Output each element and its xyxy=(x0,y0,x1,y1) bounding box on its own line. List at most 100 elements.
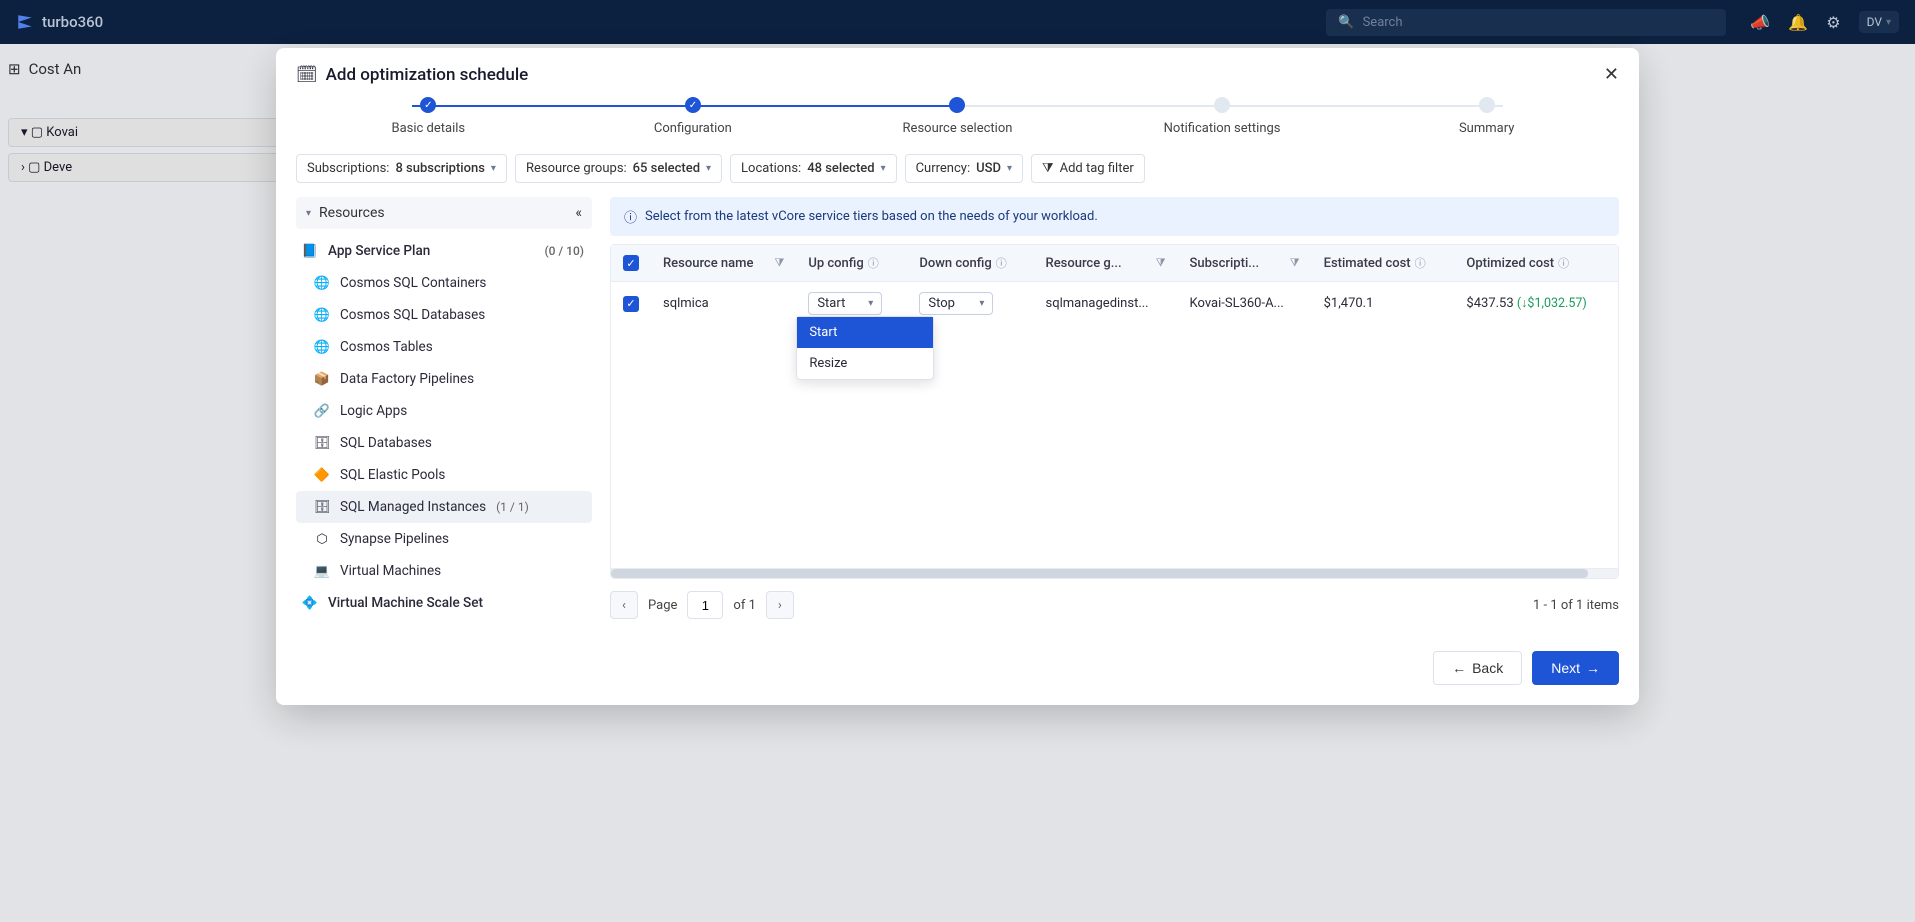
dropdown-option-resize[interactable]: Resize xyxy=(797,348,933,379)
resource-label: Virtual Machines xyxy=(340,563,441,579)
resource-label: SQL Databases xyxy=(340,435,432,451)
filter-icon[interactable]: ⧩ xyxy=(775,256,785,270)
resource-icon: ⬡ xyxy=(314,531,330,547)
select-all-checkbox[interactable]: ✓ xyxy=(623,255,639,271)
resource-icon: 🔶 xyxy=(314,467,330,483)
resource-item-virtual-machine-scale-set[interactable]: 💠 Virtual Machine Scale Set xyxy=(296,587,592,619)
tag-filter-icon: ⧩ xyxy=(1042,161,1054,176)
calendar-icon: 🗓 xyxy=(296,65,318,85)
resource-count: (0 / 10) xyxy=(545,244,584,258)
resource-label: SQL Elastic Pools xyxy=(340,467,445,483)
resource-item-data-factory-pipelines[interactable]: 📦Data Factory Pipelines xyxy=(296,363,592,395)
up-config-dropdown: Start Resize xyxy=(796,316,934,380)
step-notification-settings[interactable]: Notification settings xyxy=(1090,97,1355,136)
col-up-config: Up config xyxy=(808,256,863,271)
resource-label: Data Factory Pipelines xyxy=(340,371,474,387)
info-icon[interactable]: ⓘ xyxy=(868,257,879,270)
pagination: ‹ Page of 1 › 1 - 1 of 1 items xyxy=(610,579,1619,619)
row-checkbox[interactable]: ✓ xyxy=(623,296,639,312)
filter-currency[interactable]: Currency:USD▾ xyxy=(905,154,1023,183)
resource-label: Virtual Machine Scale Set xyxy=(328,595,483,611)
col-down-config: Down config xyxy=(919,256,991,271)
cell-estimated-cost: $1,470.1 xyxy=(1312,282,1455,326)
info-icon[interactable]: ⓘ xyxy=(1558,257,1569,270)
prev-page-button[interactable]: ‹ xyxy=(610,591,638,619)
filter-icon[interactable]: ⧩ xyxy=(1290,256,1300,270)
down-config-select[interactable]: Stop▾ xyxy=(919,292,993,315)
resource-icon: 🗄 xyxy=(314,435,330,451)
collapse-sidebar-icon[interactable]: « xyxy=(575,205,582,221)
add-tag-filter[interactable]: ⧩Add tag filter xyxy=(1031,154,1145,183)
wizard-stepper: Basic details Configuration Resource sel… xyxy=(276,97,1639,154)
chevron-down-icon: ▾ xyxy=(979,298,984,309)
filter-icon[interactable]: ⧩ xyxy=(1156,256,1166,270)
resource-icon: 💠 xyxy=(302,595,318,611)
back-button[interactable]: ←Back xyxy=(1433,651,1522,685)
modal-title: 🗓 Add optimization schedule xyxy=(296,65,528,85)
savings-badge: (↓$1,032.57) xyxy=(1517,296,1587,311)
resource-label: SQL Managed Instances xyxy=(340,499,486,515)
chevron-down-icon: ▾ xyxy=(706,163,711,174)
step-configuration[interactable]: Configuration xyxy=(561,97,826,136)
col-estimated-cost: Estimated cost xyxy=(1324,256,1411,271)
resource-icon: 🔗 xyxy=(314,403,330,419)
resource-item-sql-databases[interactable]: 🗄 SQL Databases xyxy=(296,427,592,459)
filter-subscriptions[interactable]: Subscriptions:8 subscriptions▾ xyxy=(296,154,507,183)
chevron-down-icon: ▾ xyxy=(881,163,886,174)
filter-locations[interactable]: Locations:48 selected▾ xyxy=(730,154,897,183)
next-page-button[interactable]: › xyxy=(766,591,794,619)
info-icon[interactable]: ⓘ xyxy=(1415,257,1426,270)
cell-resource-name: sqlmica xyxy=(651,282,796,326)
filter-bar: Subscriptions:8 subscriptions▾ Resource … xyxy=(276,154,1639,197)
resource-label: Cosmos SQL Databases xyxy=(340,307,485,323)
resource-item-app-service-plan[interactable]: 📘 App Service Plan (0 / 10) xyxy=(296,235,592,267)
chevron-down-icon: ▾ xyxy=(491,163,496,174)
resource-item-cosmos-sql-databases[interactable]: 🌐 Cosmos SQL Databases xyxy=(296,299,592,331)
next-button[interactable]: Next→ xyxy=(1532,651,1619,685)
resource-icon: 💻 xyxy=(314,563,330,579)
resource-icon: 🗄 xyxy=(314,499,330,515)
info-banner: ⓘ Select from the latest vCore service t… xyxy=(610,197,1619,236)
close-button[interactable]: ✕ xyxy=(1604,64,1619,85)
resource-item-synapse-pipelines[interactable]: ⬡ Synapse Pipelines xyxy=(296,523,592,555)
resource-icon: 🌐 xyxy=(314,307,330,323)
cell-resource-group: sqlmanagedinst... xyxy=(1034,282,1178,326)
info-icon: ⓘ xyxy=(624,207,637,226)
resource-item-sql-elastic-pools[interactable]: 🔶 SQL Elastic Pools xyxy=(296,459,592,491)
resource-item-cosmos-tables[interactable]: 🌐 Cosmos Tables xyxy=(296,331,592,363)
resource-label: Logic Apps xyxy=(340,403,407,419)
resources-sidebar: ▾ Resources « 📘 App Service Plan (0 / 10) 🌐… xyxy=(296,197,592,619)
page-input[interactable] xyxy=(687,591,723,619)
chevron-down-icon: ▾ xyxy=(1007,163,1012,174)
chevron-down-icon: ▾ xyxy=(306,208,311,219)
resource-label: Synapse Pipelines xyxy=(340,531,449,547)
cell-optimized-cost: $437.53 (↓$1,032.57) xyxy=(1454,282,1618,326)
resource-icon: 🌐 xyxy=(314,339,330,355)
resource-label: Cosmos Tables xyxy=(340,339,433,355)
resource-item-logic-apps[interactable]: 🔗 Logic Apps xyxy=(296,395,592,427)
resource-icon: 📘 xyxy=(302,243,318,259)
resource-item-virtual-machines[interactable]: 💻 Virtual Machines xyxy=(296,555,592,587)
cell-subscription: Kovai-SL360-A... xyxy=(1178,282,1312,326)
dropdown-option-start[interactable]: Start xyxy=(797,317,933,348)
col-resource-name: Resource name xyxy=(663,256,753,271)
filter-resource-groups[interactable]: Resource groups:65 selected▾ xyxy=(515,154,722,183)
resource-table-pane: ⓘ Select from the latest vCore service t… xyxy=(610,197,1619,619)
resource-item-sql-managed-instances[interactable]: 🗄 SQL Managed Instances (1 / 1) xyxy=(296,491,592,523)
resources-header[interactable]: ▾ Resources « xyxy=(296,197,592,229)
resource-count: (1 / 1) xyxy=(496,500,529,514)
up-config-select[interactable]: Start▾ xyxy=(808,292,882,315)
step-summary[interactable]: Summary xyxy=(1354,97,1619,136)
horizontal-scrollbar[interactable] xyxy=(611,568,1618,578)
resources-table: ✓ Resource name ⧩ Up config ⓘ Down config ⓘ… xyxy=(611,245,1618,325)
col-resource-group: Resource g... xyxy=(1046,256,1122,271)
col-optimized-cost: Optimized cost xyxy=(1466,256,1554,271)
resource-item-cosmos-sql-containers[interactable]: 🌐Cosmos SQL Containers xyxy=(296,267,592,299)
step-basic-details[interactable]: Basic details xyxy=(296,97,561,136)
table-row[interactable]: ✓ sqlmica Start▾ Start Resize xyxy=(611,282,1618,326)
resource-label: App Service Plan xyxy=(328,243,430,259)
info-icon[interactable]: ⓘ xyxy=(996,257,1007,270)
pagination-range: 1 - 1 of 1 items xyxy=(1533,598,1619,613)
step-resource-selection[interactable]: Resource selection xyxy=(825,97,1090,136)
add-schedule-modal: 🗓 Add optimization schedule ✕ Basic deta… xyxy=(276,48,1639,705)
